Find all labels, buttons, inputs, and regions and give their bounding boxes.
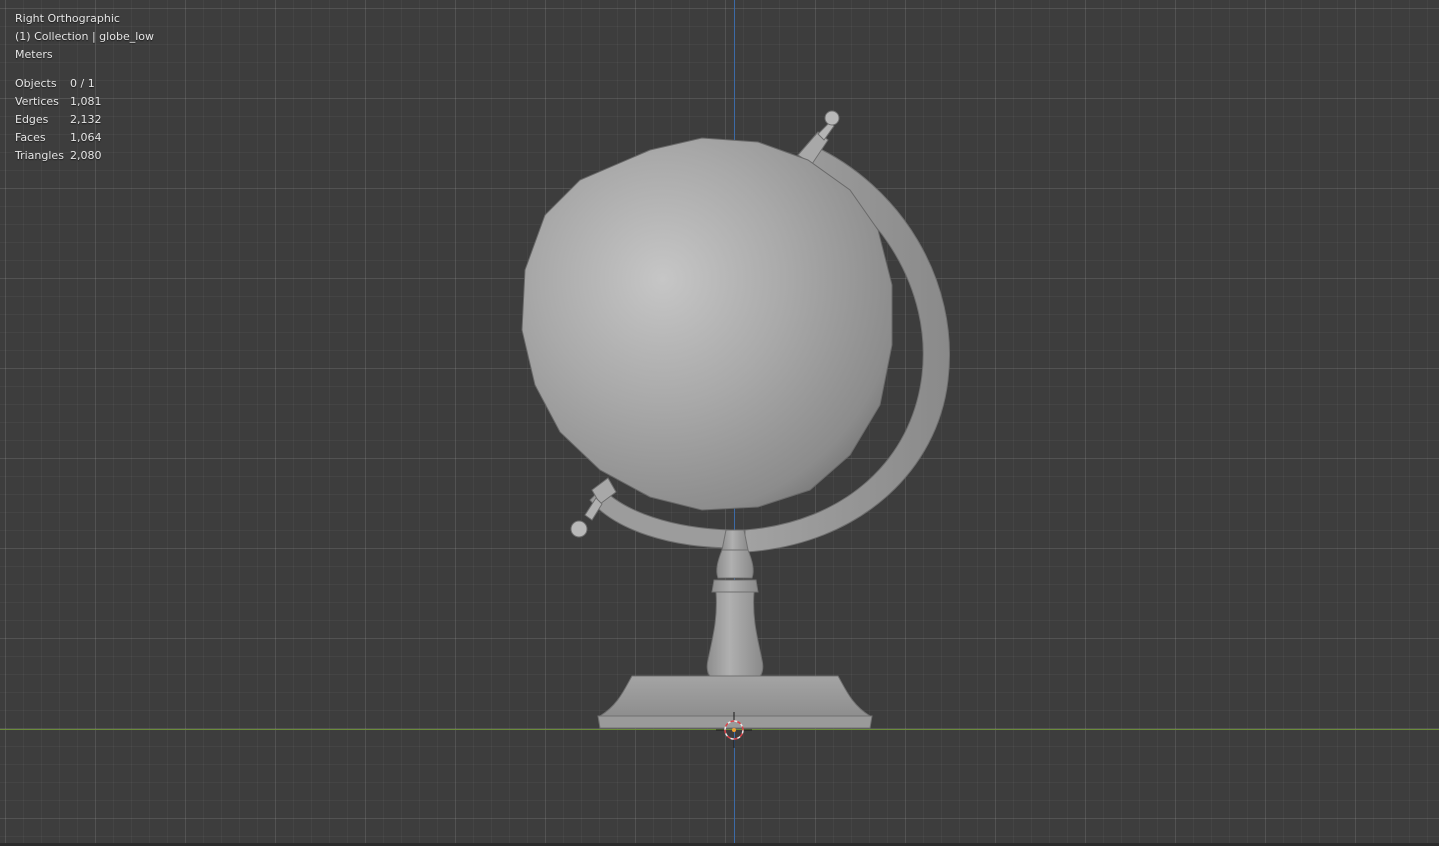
stats-row-triangles: Triangles 2,080	[15, 147, 154, 165]
stats-value: 0 / 1	[70, 77, 95, 90]
globe-sphere	[521, 137, 893, 511]
3d-viewport[interactable]: Right Orthographic (1) Collection | glob…	[0, 0, 1439, 846]
stats-value: 2,132	[70, 113, 102, 126]
view-name: Right Orthographic	[15, 12, 120, 25]
stats-row-objects: Objects 0 / 1	[15, 75, 154, 93]
collection-label: (1) Collection | globe_low	[15, 30, 154, 43]
stats-value: 1,081	[70, 95, 102, 108]
globe-stand	[706, 529, 764, 677]
stats-row-edges: Edges 2,132	[15, 111, 154, 129]
stats-label: Vertices	[15, 95, 59, 108]
stats-label: Edges	[15, 113, 49, 126]
stats-row-faces: Faces 1,064	[15, 129, 154, 147]
stats-value: 1,064	[70, 131, 102, 144]
viewport-text-overlay: Right Orthographic (1) Collection | glob…	[15, 10, 154, 165]
globe-base	[597, 675, 873, 729]
stats-label: Objects	[15, 77, 57, 90]
globe-model[interactable]	[0, 0, 1439, 846]
stats-label: Triangles	[15, 149, 64, 162]
stats-row-vertices: Vertices 1,081	[15, 93, 154, 111]
stats-label: Faces	[15, 131, 46, 144]
stats-value: 2,080	[70, 149, 102, 162]
units-label: Meters	[15, 48, 53, 61]
